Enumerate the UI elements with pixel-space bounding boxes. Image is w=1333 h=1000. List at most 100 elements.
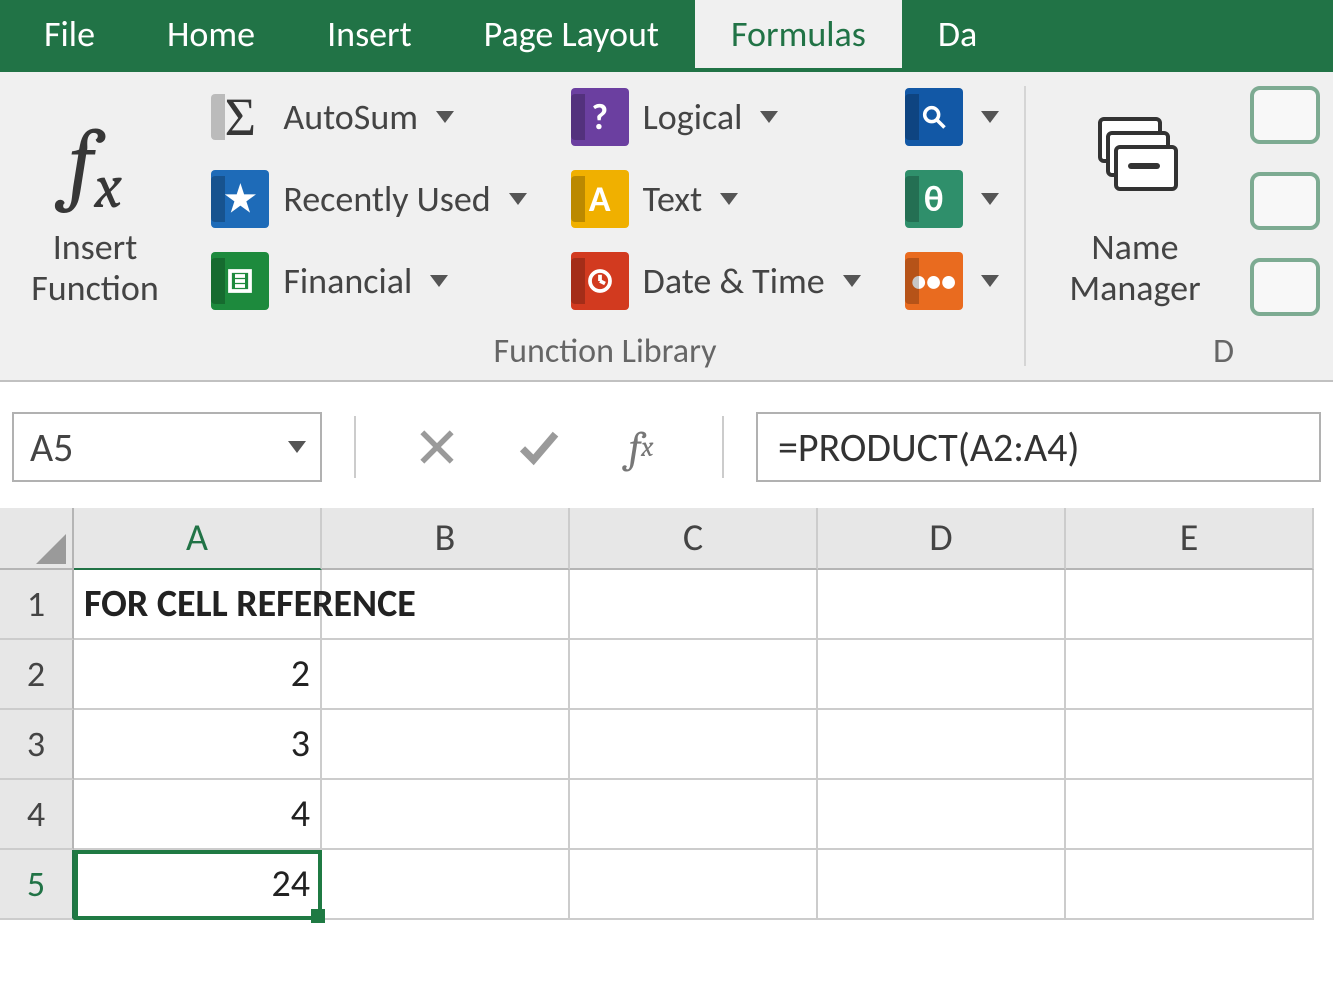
- divider: [722, 416, 724, 478]
- define-name-button[interactable]: [1250, 86, 1320, 144]
- cell-E1[interactable]: [1066, 570, 1314, 640]
- math-trig-button[interactable]: θ: [901, 168, 1003, 230]
- row-header-3[interactable]: 3: [0, 710, 74, 780]
- text-label: Text: [643, 177, 702, 221]
- clock-icon: [571, 252, 629, 310]
- col-header-C[interactable]: C: [570, 508, 818, 570]
- lookup-reference-button[interactable]: [901, 86, 1003, 148]
- chevron-down-icon: [720, 193, 738, 205]
- row-header-4[interactable]: 4: [0, 780, 74, 850]
- chevron-down-icon: [981, 275, 999, 287]
- cell-C4[interactable]: [570, 780, 818, 850]
- cell-B3[interactable]: [322, 710, 570, 780]
- group-insert-function: fx Insert Function: [0, 72, 190, 380]
- cell-B5[interactable]: [322, 850, 570, 920]
- row-header-1[interactable]: 1: [0, 570, 74, 640]
- select-all-corner[interactable]: [0, 508, 74, 570]
- col-header-D[interactable]: D: [818, 508, 1066, 570]
- cell-D5[interactable]: [818, 850, 1066, 920]
- col-header-E[interactable]: E: [1066, 508, 1314, 570]
- cell-E5[interactable]: [1066, 850, 1314, 920]
- cell-A3-value: 3: [291, 721, 310, 767]
- cell-C5[interactable]: [570, 850, 818, 920]
- chevron-down-icon: [436, 111, 454, 123]
- cell-A4[interactable]: 4: [74, 780, 322, 850]
- insert-function-button[interactable]: fx Insert Function: [21, 78, 169, 338]
- tab-insert[interactable]: Insert: [291, 0, 448, 68]
- sigma-icon: Σ: [211, 88, 269, 146]
- col-header-B[interactable]: B: [322, 508, 570, 570]
- row-header-2[interactable]: 2: [0, 640, 74, 710]
- formula-input[interactable]: =PRODUCT(A2:A4): [756, 412, 1321, 482]
- formula-value: =PRODUCT(A2:A4): [778, 423, 1079, 472]
- use-in-formula-button[interactable]: [1250, 172, 1320, 230]
- row-header-5[interactable]: 5: [0, 850, 74, 920]
- enter-button[interactable]: [514, 422, 564, 472]
- cell-E3[interactable]: [1066, 710, 1314, 780]
- chevron-down-icon: [981, 193, 999, 205]
- create-from-selection-button[interactable]: [1250, 258, 1320, 316]
- name-manager-label: Name Manager: [1069, 227, 1200, 310]
- cell-A5[interactable]: 24: [74, 850, 322, 920]
- lookup-icon: [905, 88, 963, 146]
- tags-icon: [1075, 107, 1195, 227]
- logical-button[interactable]: ? Logical: [567, 86, 865, 148]
- cell-A1[interactable]: FOR CELL REFERENCE: [74, 570, 322, 640]
- ribbon-formulas: fx Insert Function Σ AutoSum ★ Recently …: [0, 72, 1333, 382]
- cell-D1[interactable]: [818, 570, 1066, 640]
- financial-label: Financial: [283, 259, 412, 303]
- tab-data[interactable]: Da: [902, 0, 977, 68]
- cell-A2[interactable]: 2: [74, 640, 322, 710]
- cell-A4-value: 4: [291, 791, 310, 837]
- star-book-icon: ★: [211, 170, 269, 228]
- col-header-A[interactable]: A: [74, 508, 322, 570]
- chevron-down-icon: [430, 275, 448, 287]
- cell-C2[interactable]: [570, 640, 818, 710]
- cell-C3[interactable]: [570, 710, 818, 780]
- text-icon: A: [571, 170, 629, 228]
- name-box[interactable]: A5: [12, 412, 322, 482]
- autosum-label: AutoSum: [283, 95, 418, 139]
- more-functions-button[interactable]: •••: [901, 250, 1003, 312]
- cell-D3[interactable]: [818, 710, 1066, 780]
- tab-file[interactable]: File: [4, 0, 131, 68]
- tab-formulas[interactable]: Formulas: [695, 0, 902, 68]
- chevron-down-icon[interactable]: [270, 441, 320, 453]
- chevron-down-icon: [981, 111, 999, 123]
- financial-icon: [211, 252, 269, 310]
- logical-icon: ?: [571, 88, 629, 146]
- cell-A3[interactable]: 3: [74, 710, 322, 780]
- cell-D2[interactable]: [818, 640, 1066, 710]
- insert-function-mini[interactable]: fx: [616, 422, 666, 472]
- theta-icon: θ: [905, 170, 963, 228]
- cell-A5-value: 24: [271, 861, 310, 907]
- cell-D4[interactable]: [818, 780, 1066, 850]
- tab-page-layout[interactable]: Page Layout: [448, 0, 695, 68]
- worksheet: A B C D E 1 FOR CELL REFERENCE 2 2 3 3: [0, 508, 1333, 920]
- group-label-function-library: Function Library: [190, 331, 1020, 372]
- chevron-down-icon: [843, 275, 861, 287]
- cell-C1[interactable]: [570, 570, 818, 640]
- name-manager-button[interactable]: Name Manager: [1059, 78, 1210, 338]
- fx-icon: fx: [35, 107, 155, 227]
- defined-names-extra: [1240, 72, 1320, 380]
- formula-bar-area: A5 fx =PRODUCT(A2:A4): [0, 382, 1333, 508]
- insert-function-label: Insert Function: [31, 227, 159, 310]
- cell-B4[interactable]: [322, 780, 570, 850]
- cell-A2-value: 2: [291, 651, 310, 697]
- group-function-library: Σ AutoSum ★ Recently Used Financial ? Lo…: [190, 72, 1020, 380]
- date-time-button[interactable]: Date & Time: [567, 250, 865, 312]
- recently-used-label: Recently Used: [283, 177, 490, 221]
- cell-B2[interactable]: [322, 640, 570, 710]
- text-button[interactable]: A Text: [567, 168, 865, 230]
- tab-home[interactable]: Home: [131, 0, 291, 68]
- cell-E2[interactable]: [1066, 640, 1314, 710]
- recently-used-button[interactable]: ★ Recently Used: [207, 168, 530, 230]
- cell-B1[interactable]: [322, 570, 570, 640]
- cancel-button[interactable]: [412, 422, 462, 472]
- financial-button[interactable]: Financial: [207, 250, 530, 312]
- cell-E4[interactable]: [1066, 780, 1314, 850]
- autosum-button[interactable]: Σ AutoSum: [207, 86, 530, 148]
- ribbon-separator: [1024, 86, 1026, 366]
- logical-label: Logical: [643, 95, 743, 139]
